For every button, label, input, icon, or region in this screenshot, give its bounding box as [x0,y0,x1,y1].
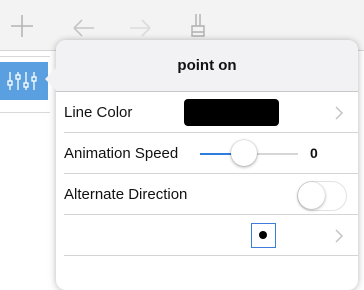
chevron-right-icon [335,229,344,243]
slider-thumb[interactable] [231,140,258,166]
plus-icon[interactable] [8,12,36,40]
point-style-selector[interactable] [251,223,276,248]
alternate-direction-row: Alternate Direction [56,174,358,215]
point-style-row[interactable] [56,215,358,256]
undo-icon[interactable] [70,12,98,40]
alternate-direction-label: Alternate Direction [64,186,188,203]
line-color-swatch[interactable] [184,99,279,126]
divider [0,56,50,57]
redo-icon[interactable] [126,12,154,40]
line-color-row[interactable]: Line Color [56,92,358,133]
toggle-knob [298,182,325,209]
sidebar-settings-tab[interactable] [0,62,48,100]
divider [0,112,50,113]
animation-speed-row: Animation Speed 0 [56,133,358,174]
alternate-direction-toggle[interactable] [297,181,347,211]
line-color-label: Line Color [64,104,133,121]
sliders-icon [7,72,37,90]
animation-speed-value: 0 [310,145,318,161]
brush-icon[interactable] [184,12,212,40]
popover-title: point on [56,40,358,92]
animation-speed-label: Animation Speed [64,145,179,162]
filled-dot-icon [259,231,267,239]
row-separator [64,255,358,256]
settings-popover: point on Line Color Animation Speed 0 Al… [45,40,358,290]
chevron-right-icon [335,106,344,120]
